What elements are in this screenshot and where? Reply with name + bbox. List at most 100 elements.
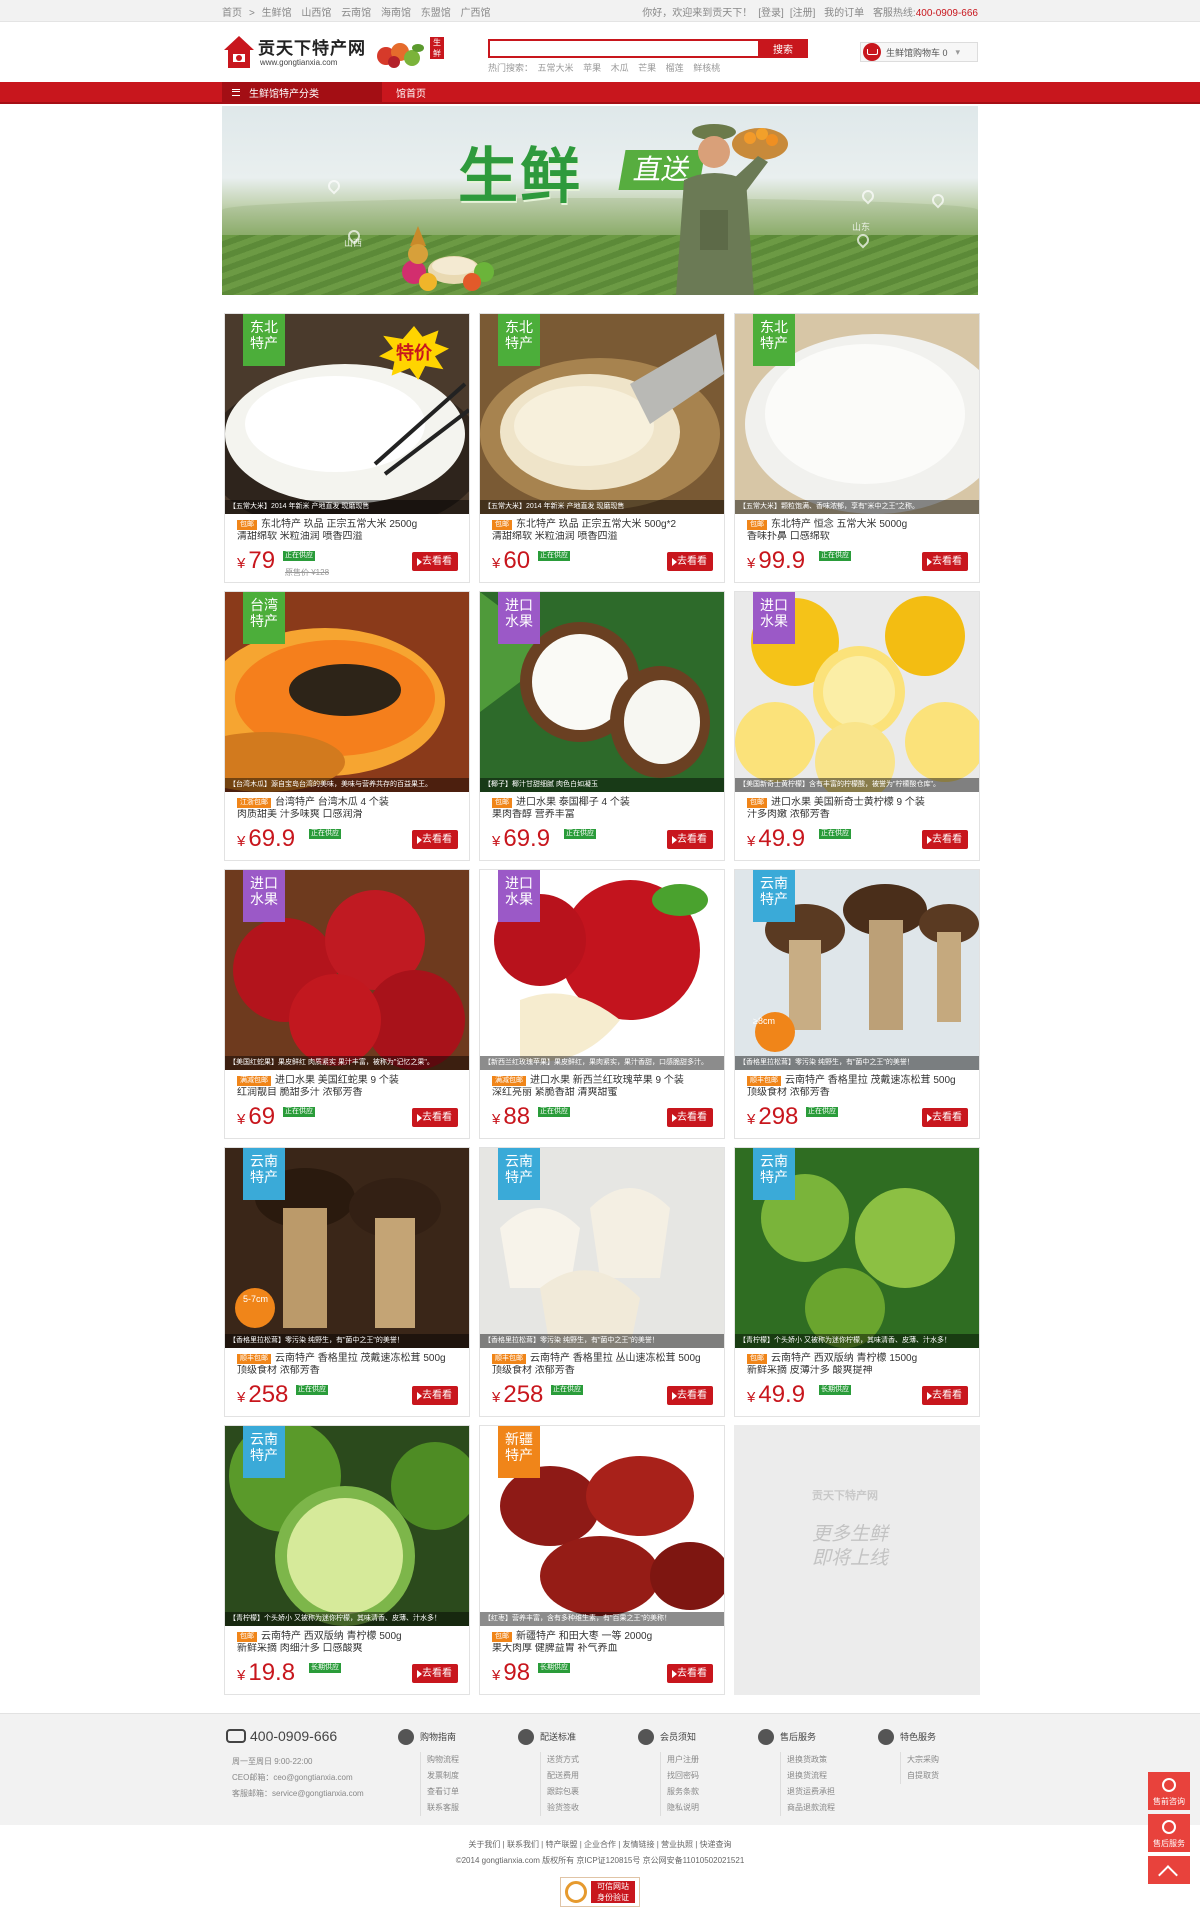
view-product-button[interactable]: 去看看 [667,1664,713,1683]
view-product-button[interactable]: 去看看 [667,1108,713,1127]
product-title[interactable]: 顺丰包邮 云南特产 香格里拉 茂戴速冻松茸 500g [747,1074,967,1087]
view-product-button[interactable]: 去看看 [667,552,713,571]
footer-link[interactable]: 购物流程 [421,1752,498,1768]
cart-button[interactable]: 生鲜馆购物车 0 ▾ [860,42,978,62]
product-title[interactable]: 包邮 东北特产 玖品 正宗五常大米 2500g [237,518,457,531]
hot-word[interactable]: 鲜核桃 [693,63,720,73]
product-image[interactable]: 新疆 特产 【红枣】营养丰富，含有多种维生素，有"百果之王"的美称！ [480,1426,724,1626]
product-card[interactable]: 云南 特产 5-7cm 【香格里拉松茸】零污染 纯野生，有"菌中之王"的美誉！ 顺丰包… [224,1147,470,1417]
product-card[interactable]: 云南 特产 【青柠檬】个头娇小 又被称为迷你柠檬，其味清香、皮薄、汁水多！ 包邮 云南… [224,1425,470,1695]
footer-link[interactable]: 送货方式 [541,1752,618,1768]
view-product-button[interactable]: 去看看 [412,1664,458,1683]
crumb-shanxi[interactable]: 山西馆 [301,8,331,19]
product-image[interactable]: 云南 特产 【香格里拉松茸】零污染 纯野生，有"菌中之王"的美誉！ [480,1148,724,1348]
category-menu[interactable]: 生鲜馆特产分类 [222,82,382,102]
service-email[interactable]: 客服邮箱：service@gongtianxia.com [232,1786,364,1802]
footer-link[interactable]: 退货运费承担 [781,1784,858,1800]
product-image[interactable]: 东北 特产 【五常大米】2014 年新米 产地直发 现磨现售 [480,314,724,514]
site-logo[interactable]: 贡天下特产网 www.gongtianxia.com 生鲜 [222,32,447,74]
product-card[interactable]: 进口 水果 【美国红蛇果】果皮鲜红 肉质紧实 果汁丰富，被称为"记忆之果"。满减包… [224,869,470,1139]
product-image[interactable]: 台湾 特产 【台湾木瓜】源自宝岛台湾的美味，美味与营养共存的百益果王。 [225,592,469,792]
product-image[interactable]: 云南 特产 ≥8cm 【香格里拉松茸】零污染 纯野生，有"菌中之王"的美誉！ [735,870,979,1070]
crumb-hainan[interactable]: 海南馆 [381,8,411,19]
product-card[interactable]: 云南 特产 【青柠檬】个头娇小 又被称为迷你柠檬，其味清香、皮薄、汁水多！ 包邮 云南… [734,1147,980,1417]
product-image[interactable]: 东北 特产 特价 【五常大米】2014 年新米 产地直发 现磨现售 [225,314,469,514]
product-title[interactable]: 江浙包邮 台湾特产 台湾木瓜 4 个装 [237,796,457,809]
product-card[interactable]: 台湾 特产 【台湾木瓜】源自宝岛台湾的美味，美味与营养共存的百益果王。江浙包邮 台湾… [224,591,470,861]
footer-link[interactable]: 查看订单 [421,1784,498,1800]
search-input[interactable] [488,39,758,58]
product-title[interactable]: 包邮 东北特产 恒念 五常大米 5000g [747,518,967,531]
product-title[interactable]: 满减包邮 进口水果 美国红蛇果 9 个装 [237,1074,457,1087]
product-title[interactable]: 包邮 进口水果 美国新奇士黄柠檬 9 个装 [747,796,967,809]
product-card[interactable]: 东北 特产 【五常大米】2014 年新米 产地直发 现磨现售包邮 东北特产 玖品 正… [479,313,725,583]
product-image[interactable]: 进口 水果 【新西兰红玫瑰苹果】果皮鲜红，果肉紧实，果汁香甜，口感脆甜多汁。 [480,870,724,1070]
footer-links[interactable]: 关于我们 | 联系我们 | 特产联盟 | 企业合作 | 友情链接 | 营业执照 … [0,1837,1200,1853]
product-title[interactable]: 包邮 东北特产 玖品 正宗五常大米 500g*2 [492,518,712,531]
product-image[interactable]: 云南 特产 【青柠檬】个头娇小 又被称为迷你柠檬，其味清香、皮薄、汁水多！ [225,1426,469,1626]
footer-link[interactable]: 验货签收 [541,1800,618,1816]
view-product-button[interactable]: 去看看 [667,1386,713,1405]
view-product-button[interactable]: 去看看 [412,1386,458,1405]
product-card[interactable]: 进口 水果 【新西兰红玫瑰苹果】果皮鲜红，果肉紧实，果汁香甜，口感脆甜多汁。满减包… [479,869,725,1139]
aftersale-button[interactable]: 售后服务 [1148,1814,1190,1852]
footer-link[interactable]: 隐私说明 [661,1800,738,1816]
register-link[interactable]: [注册] [790,8,816,19]
view-product-button[interactable]: 去看看 [412,1108,458,1127]
product-title[interactable]: 包邮 新疆特产 和田大枣 一等 2000g [492,1630,712,1643]
crumb-fresh[interactable]: 生鲜馆 [262,8,292,19]
view-product-button[interactable]: 去看看 [412,830,458,849]
crumb-yunnan[interactable]: 云南馆 [341,8,371,19]
product-title[interactable]: 包邮 云南特产 西双版纳 青柠檬 1500g [747,1352,967,1365]
product-card[interactable]: 东北 特产 【五常大米】颗粒饱满、香味浓郁，享有"米中之王"之称。包邮 东北特产 恒… [734,313,980,583]
search-button[interactable]: 搜索 [758,39,808,58]
product-card[interactable]: 进口 水果 【美国新奇士黄柠檬】含有丰富的柠檬酸，被誉为"柠檬酸仓库"。包邮 进口水… [734,591,980,861]
trust-badge[interactable]: 可信网站 身份验证 [560,1877,640,1907]
product-title[interactable]: 包邮 进口水果 泰国椰子 4 个装 [492,796,712,809]
footer-link[interactable]: 商品退款流程 [781,1800,858,1816]
ceo-email[interactable]: CEO邮箱：ceo@gongtianxia.com [232,1770,364,1786]
crumb-home[interactable]: 首页 [222,8,242,19]
product-title[interactable]: 顺丰包邮 云南特产 香格里拉 丛山速冻松茸 500g [492,1352,712,1365]
product-image[interactable]: 云南 特产 【青柠檬】个头娇小 又被称为迷你柠檬，其味清香、皮薄、汁水多！ [735,1148,979,1348]
product-title[interactable]: 满减包邮 进口水果 新西兰红玫瑰苹果 9 个装 [492,1074,712,1087]
hot-word[interactable]: 木瓜 [611,63,629,73]
view-product-button[interactable]: 去看看 [412,552,458,571]
crumb-guangxi[interactable]: 广西馆 [461,8,491,19]
footer-link[interactable]: 服务条款 [661,1784,738,1800]
product-image[interactable]: 云南 特产 5-7cm 【香格里拉松茸】零污染 纯野生，有"菌中之王"的美誉！ [225,1148,469,1348]
product-title[interactable]: 顺丰包邮 云南特产 香格里拉 茂戴速冻松茸 500g [237,1352,457,1365]
hot-word[interactable]: 苹果 [583,63,601,73]
view-product-button[interactable]: 去看看 [922,1386,968,1405]
footer-link[interactable]: 退换货政策 [781,1752,858,1768]
hot-word[interactable]: 榴莲 [666,63,684,73]
login-link[interactable]: [登录] [758,8,784,19]
footer-link[interactable]: 用户注册 [661,1752,738,1768]
product-card[interactable]: 东北 特产 特价 【五常大米】2014 年新米 产地直发 现磨现售包邮 东北特产 玖品… [224,313,470,583]
footer-link[interactable]: 找回密码 [661,1768,738,1784]
product-title[interactable]: 包邮 云南特产 西双版纳 青柠檬 500g [237,1630,457,1643]
hero-banner[interactable]: 山西 山东 生鲜 直送 [222,106,978,295]
hot-word[interactable]: 芒果 [638,63,656,73]
view-product-button[interactable]: 去看看 [667,830,713,849]
footer-link[interactable]: 配送费用 [541,1768,618,1784]
view-product-button[interactable]: 去看看 [922,830,968,849]
footer-link[interactable]: 跟踪包裹 [541,1784,618,1800]
footer-link[interactable]: 自提取货 [901,1768,978,1784]
product-image[interactable]: 进口 水果 【美国新奇士黄柠檬】含有丰富的柠檬酸，被誉为"柠檬酸仓库"。 [735,592,979,792]
product-image[interactable]: 进口 水果 【美国红蛇果】果皮鲜红 肉质紧实 果汁丰富，被称为"记忆之果"。 [225,870,469,1070]
footer-link[interactable]: 发票制度 [421,1768,498,1784]
product-card[interactable]: 新疆 特产 【红枣】营养丰富，含有多种维生素，有"百果之王"的美称！ 包邮 新疆特产 … [479,1425,725,1695]
product-image[interactable]: 东北 特产 【五常大米】颗粒饱满、香味浓郁，享有"米中之王"之称。 [735,314,979,514]
crumb-asean[interactable]: 东盟馆 [421,8,451,19]
view-product-button[interactable]: 去看看 [922,1108,968,1127]
footer-link[interactable]: 联系客服 [421,1800,498,1816]
footer-link[interactable]: 退换货流程 [781,1768,858,1784]
nav-home-link[interactable]: 馆首页 [396,85,426,100]
hot-word[interactable]: 五常大米 [538,63,574,73]
presale-consult-button[interactable]: 售前咨询 [1148,1772,1190,1810]
footer-link[interactable]: 大宗采购 [901,1752,978,1768]
orders-link[interactable]: 我的订单 [824,8,864,19]
product-card[interactable]: 进口 水果 【椰子】椰汁甘甜细腻 肉色白如凝玉 包邮 进口水果 泰国椰子 4 个装 果肉… [479,591,725,861]
product-image[interactable]: 进口 水果 【椰子】椰汁甘甜细腻 肉色白如凝玉 [480,592,724,792]
